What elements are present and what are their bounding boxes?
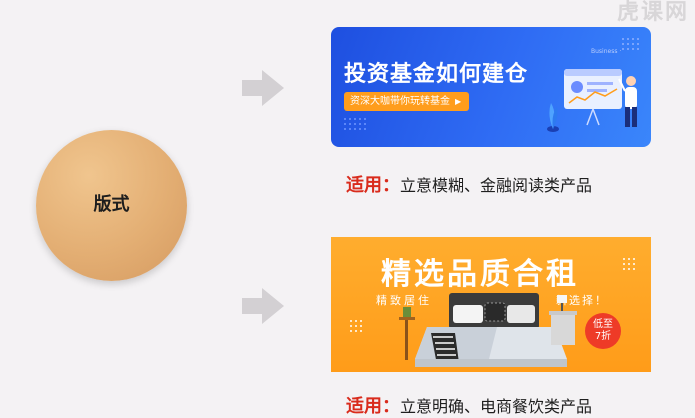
fund-banner[interactable]: 投资基金如何建仓 资深大咖带你玩转基金 ▶ Business ·: [331, 27, 651, 147]
dot-grid-decoration: [623, 258, 635, 270]
bed-illustration: [399, 293, 577, 367]
right-arrow-icon: [242, 288, 284, 324]
banner-title: 投资基金如何建仓: [344, 62, 529, 87]
caption-text: 立意模糊、金融阅读类产品: [400, 176, 593, 195]
layout-circle: 版式: [36, 130, 187, 281]
illustration-label: Business ·: [591, 48, 621, 55]
presenter-illustration: Business ·: [547, 48, 637, 132]
dot-grid-decoration: [344, 118, 366, 130]
play-triangle-icon: ▶: [455, 97, 462, 106]
dot-grid-decoration: [350, 320, 362, 332]
rental-banner[interactable]: 精选品质合租 精致居住 新选择！ 低至 7折: [331, 237, 651, 372]
caption-text: 立意明确、电商餐饮类产品: [400, 397, 593, 416]
watermark-logo: 虎课网: [616, 0, 689, 25]
caption-lead: 适用：: [346, 396, 400, 417]
pill-label: 资深大咖带你玩转基金: [350, 96, 450, 107]
banner-subtitle-pill[interactable]: 资深大咖带你玩转基金 ▶: [344, 92, 470, 111]
badge-line-2: 7折: [594, 331, 612, 342]
layout-label: 版式: [93, 194, 130, 215]
caption-banner-1: 适用：立意模糊、金融阅读类产品: [346, 171, 592, 197]
badge-line-1: 低至: [593, 319, 613, 330]
right-arrow-icon: [242, 70, 284, 106]
discount-badge: 低至 7折: [585, 313, 621, 349]
caption-lead: 适用：: [346, 175, 400, 196]
caption-banner-2: 适用：立意明确、电商餐饮类产品: [346, 392, 592, 418]
